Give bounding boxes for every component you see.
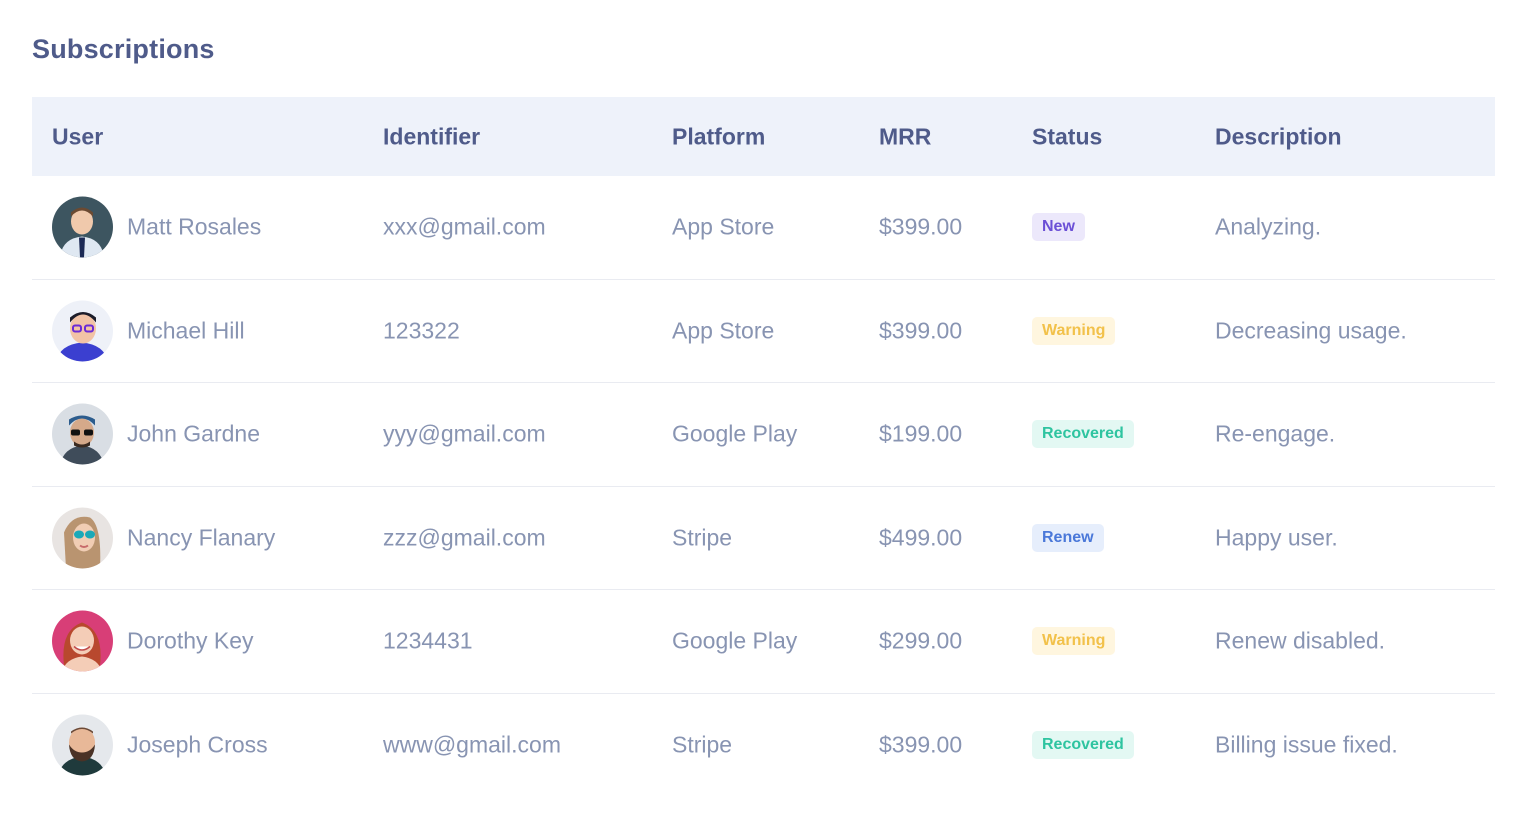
status-cell: Recovered xyxy=(1032,420,1134,449)
user-name: Matt Rosales xyxy=(127,213,262,240)
subscriptions-table: User Identifier Platform MRR Status Desc… xyxy=(32,97,1495,797)
header-identifier[interactable]: Identifier xyxy=(383,123,480,150)
identifier-cell: yyy@gmail.com xyxy=(383,420,546,447)
avatar-man-sunglasses xyxy=(52,403,113,465)
table-header: User Identifier Platform MRR Status Desc… xyxy=(32,97,1495,176)
table-row[interactable]: Nancy Flanary zzz@gmail.com Stripe $499.… xyxy=(32,487,1495,590)
platform-cell: Stripe xyxy=(672,524,733,551)
status-cell: Recovered xyxy=(1032,731,1134,760)
mrr-cell: $399.00 xyxy=(879,731,963,758)
status-cell: Warning xyxy=(1032,627,1116,656)
description-cell: Re-engage. xyxy=(1215,420,1336,447)
identifier-cell: xxx@gmail.com xyxy=(383,213,546,240)
avatar-man-glasses xyxy=(52,300,113,362)
user-name: Michael Hill xyxy=(127,317,245,344)
platform-cell: App Store xyxy=(672,317,775,344)
description-cell: Renew disabled. xyxy=(1215,627,1386,654)
header-mrr[interactable]: MRR xyxy=(879,123,931,150)
page-title: Subscriptions xyxy=(32,34,215,64)
status-badge: New xyxy=(1032,213,1085,242)
status-badge: Warning xyxy=(1032,627,1116,656)
status-badge: Recovered xyxy=(1032,420,1134,449)
avatar-woman-sunglasses xyxy=(52,507,113,569)
header-status[interactable]: Status xyxy=(1032,123,1102,150)
avatar-man-suit xyxy=(52,196,113,258)
table-body: Matt Rosales xxx@gmail.com App Store $39… xyxy=(32,176,1495,797)
status-cell: Renew xyxy=(1032,523,1104,552)
avatar-man-beard xyxy=(52,714,113,776)
identifier-cell: 123322 xyxy=(383,317,460,344)
platform-cell: Google Play xyxy=(672,627,798,654)
mrr-cell: $299.00 xyxy=(879,627,963,654)
description-cell: Happy user. xyxy=(1215,524,1338,551)
mrr-cell: $399.00 xyxy=(879,213,963,240)
status-badge: Warning xyxy=(1032,316,1116,345)
table-row[interactable]: John Gardne yyy@gmail.com Google Play $1… xyxy=(32,383,1495,487)
user-name: John Gardne xyxy=(127,420,260,447)
identifier-cell: zzz@gmail.com xyxy=(383,524,546,551)
user-cell: Matt Rosales xyxy=(52,196,262,258)
platform-cell: Stripe xyxy=(672,731,733,758)
description-cell: Billing issue fixed. xyxy=(1215,731,1398,758)
status-badge: Renew xyxy=(1032,523,1104,552)
mrr-cell: $199.00 xyxy=(879,420,963,447)
status-cell: Warning xyxy=(1032,316,1116,345)
user-name: Dorothy Key xyxy=(127,627,254,654)
table-row[interactable]: Matt Rosales xxx@gmail.com App Store $39… xyxy=(32,176,1495,280)
user-cell: Joseph Cross xyxy=(52,714,268,776)
subscriptions-page: Subscriptions User Identifier Platform M… xyxy=(0,0,1524,834)
header-user[interactable]: User xyxy=(52,123,103,150)
user-cell: Dorothy Key xyxy=(52,610,254,672)
description-cell: Decreasing usage. xyxy=(1215,317,1407,344)
mrr-cell: $499.00 xyxy=(879,524,963,551)
status-cell: New xyxy=(1032,213,1085,242)
header-platform[interactable]: Platform xyxy=(672,123,765,150)
identifier-cell: www@gmail.com xyxy=(383,731,561,758)
status-badge: Recovered xyxy=(1032,731,1134,760)
platform-cell: App Store xyxy=(672,213,775,240)
avatar-woman-red-hair xyxy=(52,610,113,672)
platform-cell: Google Play xyxy=(672,420,798,447)
identifier-cell: 1234431 xyxy=(383,627,473,654)
table-row[interactable]: Dorothy Key 1234431 Google Play $299.00 … xyxy=(32,590,1495,694)
user-cell: John Gardne xyxy=(52,403,260,465)
user-cell: Michael Hill xyxy=(52,300,245,362)
user-name: Nancy Flanary xyxy=(127,524,276,551)
user-cell: Nancy Flanary xyxy=(52,507,276,569)
header-description[interactable]: Description xyxy=(1215,123,1342,150)
user-name: Joseph Cross xyxy=(127,731,268,758)
mrr-cell: $399.00 xyxy=(879,317,963,344)
table-row[interactable]: Michael Hill 123322 App Store $399.00 Wa… xyxy=(32,280,1495,383)
description-cell: Analyzing. xyxy=(1215,213,1322,240)
table-row[interactable]: Joseph Cross www@gmail.com Stripe $399.0… xyxy=(32,694,1495,798)
